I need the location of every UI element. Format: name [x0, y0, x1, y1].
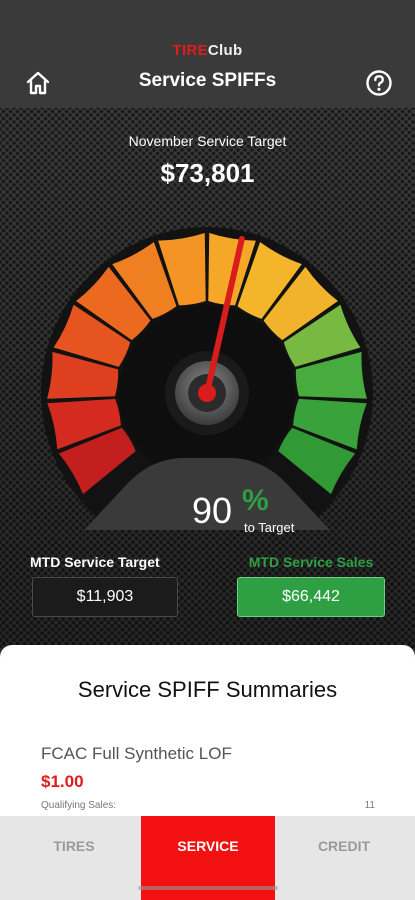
brand-logo-red: TIRE	[172, 42, 208, 59]
percent-caption: to Target	[244, 520, 295, 535]
mtd-sales-label: MTD Service Sales	[248, 554, 374, 570]
percent-to-target-value: 90	[191, 490, 232, 531]
app-header: TIREClub Service SPIFFs	[0, 0, 415, 108]
qualifying-sales-value: 11	[364, 800, 375, 811]
home-indicator	[138, 886, 278, 890]
qualifying-sales-label: Qualifying Sales:	[41, 800, 117, 811]
help-button[interactable]	[364, 68, 394, 98]
monthly-target-label: November Service Target	[128, 133, 287, 149]
gauge-needle-cap	[198, 384, 216, 402]
mtd-target-value: $11,903	[32, 577, 178, 617]
speedometer-gauge	[41, 227, 373, 530]
brand-logo: TIREClub	[0, 42, 415, 59]
mtd-target-label: MTD Service Target	[30, 554, 160, 570]
summary-title: Service SPIFF Summaries	[77, 677, 338, 702]
spiff-item-name: FCAC Full Synthetic LOF	[41, 744, 232, 763]
spiff-item-amount: $1.00	[41, 772, 84, 791]
percent-symbol: %	[242, 484, 269, 517]
mtd-sales-value: $66,442	[237, 577, 385, 617]
tab-tires[interactable]: TIRES	[7, 816, 141, 900]
page-title: Service SPIFFs	[138, 70, 277, 91]
brand-logo-white: Club	[207, 42, 243, 59]
tab-credit[interactable]: CREDIT	[277, 816, 411, 900]
home-button[interactable]	[23, 68, 53, 98]
home-icon	[26, 71, 50, 95]
question-circle-icon	[366, 70, 392, 96]
monthly-target-value: $73,801	[160, 158, 255, 188]
